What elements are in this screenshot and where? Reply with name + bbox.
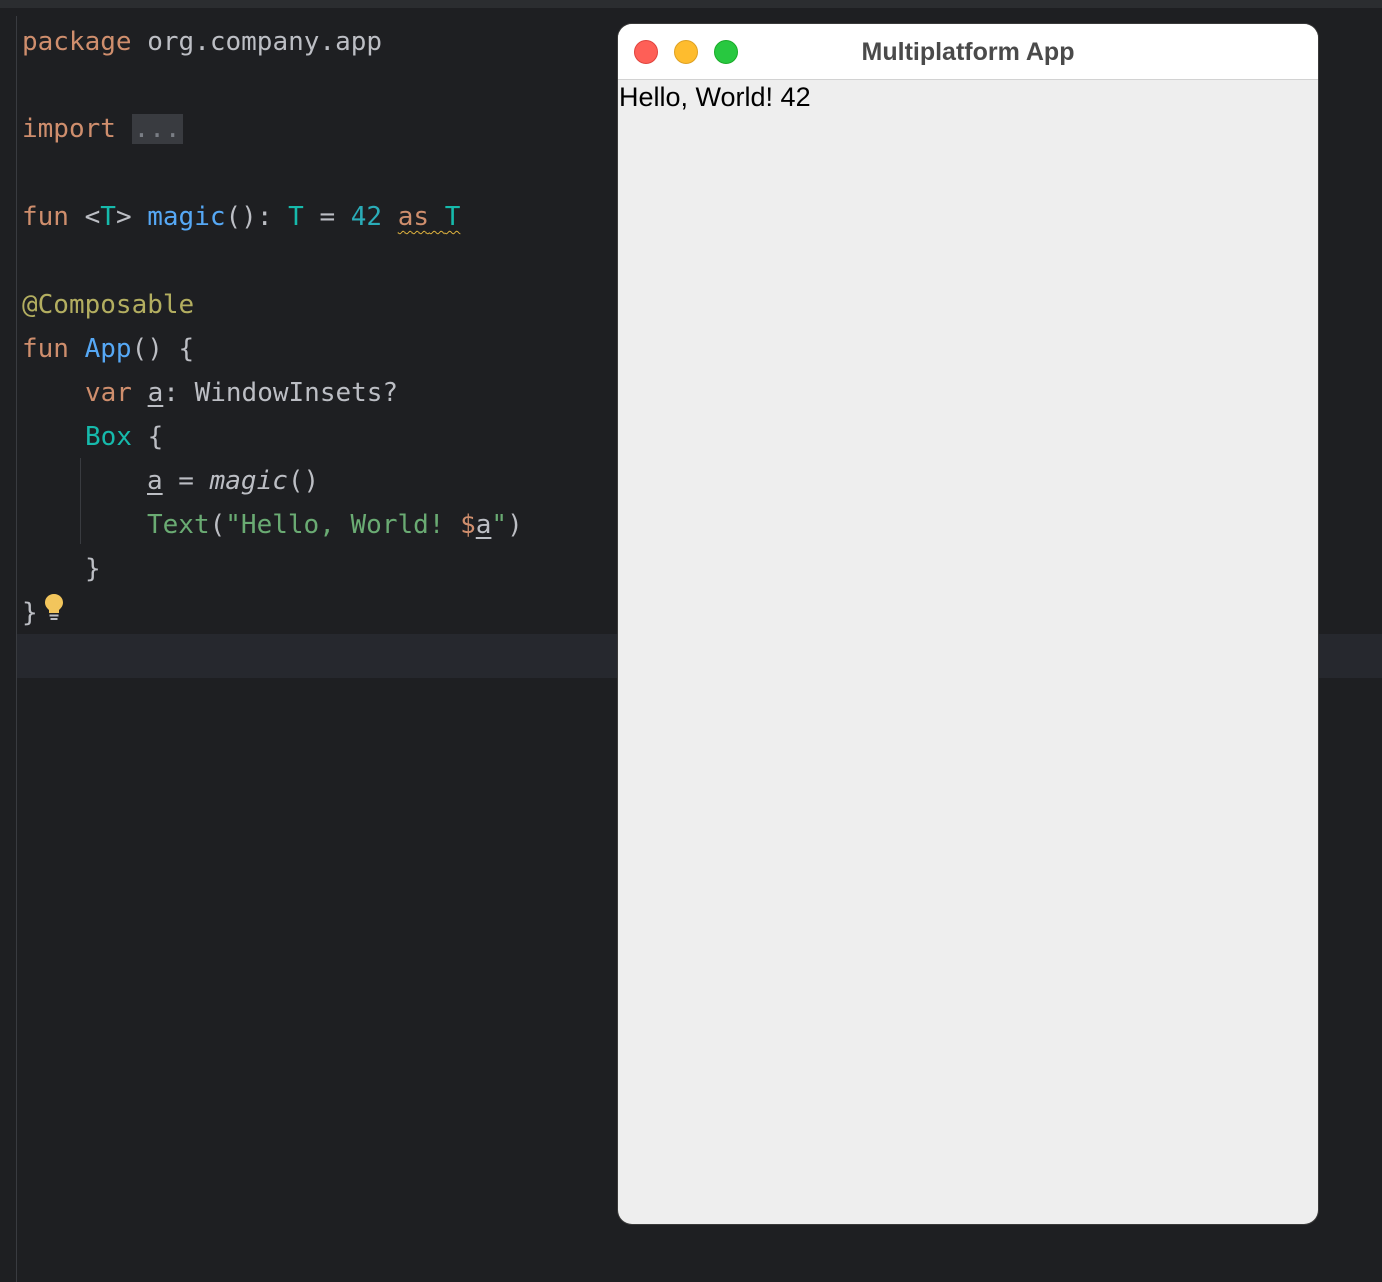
close-brace-outer: } (22, 598, 38, 628)
text-call: Text (147, 510, 210, 540)
as-keyword[interactable]: as (398, 202, 429, 232)
assign-op: = (303, 202, 351, 232)
text-paren-close: ) (507, 510, 523, 540)
window-content: Hello, World! 42 (618, 80, 1318, 1224)
code-line-1[interactable]: package org.company.app (22, 20, 382, 64)
import-fold-placeholder[interactable]: ... (131, 114, 183, 144)
code-line-5[interactable]: fun <T> magic(): T = 42 as T (22, 195, 460, 239)
function-name-magic: magic (147, 202, 226, 232)
template-var: a (475, 510, 492, 540)
function-name-app: App (84, 334, 132, 364)
template-dollar: $ (460, 510, 476, 540)
app-signature: () { (131, 334, 195, 364)
fun-keyword: fun (22, 202, 69, 232)
app-window[interactable]: Multiplatform App Hello, World! 42 (618, 24, 1318, 1224)
code-line-13[interactable]: } (85, 547, 101, 591)
magic-signature: (): (225, 202, 289, 232)
fun-keyword-2: fun (22, 334, 69, 364)
indent-guide (80, 458, 81, 544)
type-param-close: > (115, 202, 132, 232)
number-literal: 42 (350, 202, 383, 232)
magic-call: magic (209, 466, 288, 496)
hello-text: Hello, World! 42 (619, 82, 811, 112)
code-line-12[interactable]: Text("Hello, World! $a") (147, 503, 523, 547)
var-keyword: var (85, 378, 132, 408)
type-param-open: < (84, 202, 101, 232)
lightbulb-icon[interactable] (42, 592, 66, 622)
close-brace-inner: } (85, 554, 101, 584)
package-keyword: package (22, 27, 132, 57)
text-quote: " (491, 510, 508, 540)
code-line-7[interactable]: @Composable (22, 283, 194, 327)
code-line-10[interactable]: Box { (85, 415, 163, 459)
window-titlebar[interactable]: Multiplatform App (618, 24, 1318, 80)
var-name: a (147, 378, 164, 408)
code-line-9[interactable]: var a: WindowInsets? (85, 371, 398, 415)
package-name: org.company.app (147, 27, 383, 57)
box-brace: { (131, 422, 164, 452)
cast-type[interactable]: T (445, 202, 461, 232)
type-param: T (100, 202, 116, 232)
var-type: : WindowInsets? (163, 378, 399, 408)
import-keyword: import (22, 114, 116, 144)
code-line-3[interactable]: import ... (22, 107, 183, 151)
assign-lhs: a (147, 466, 163, 496)
text-string: "Hello, World! (225, 510, 461, 540)
box-call: Box (85, 422, 132, 452)
assign-eq: = (162, 466, 210, 496)
code-line-14[interactable]: } (22, 591, 38, 635)
code-line-8[interactable]: fun App() { (22, 327, 194, 371)
window-title: Multiplatform App (861, 38, 1075, 66)
code-line-11[interactable]: a = magic() (147, 459, 319, 503)
return-type: T (288, 202, 304, 232)
composable-annotation: @Composable (22, 290, 195, 320)
text-paren-open: ( (209, 510, 226, 540)
magic-call-parens: () (287, 466, 320, 496)
